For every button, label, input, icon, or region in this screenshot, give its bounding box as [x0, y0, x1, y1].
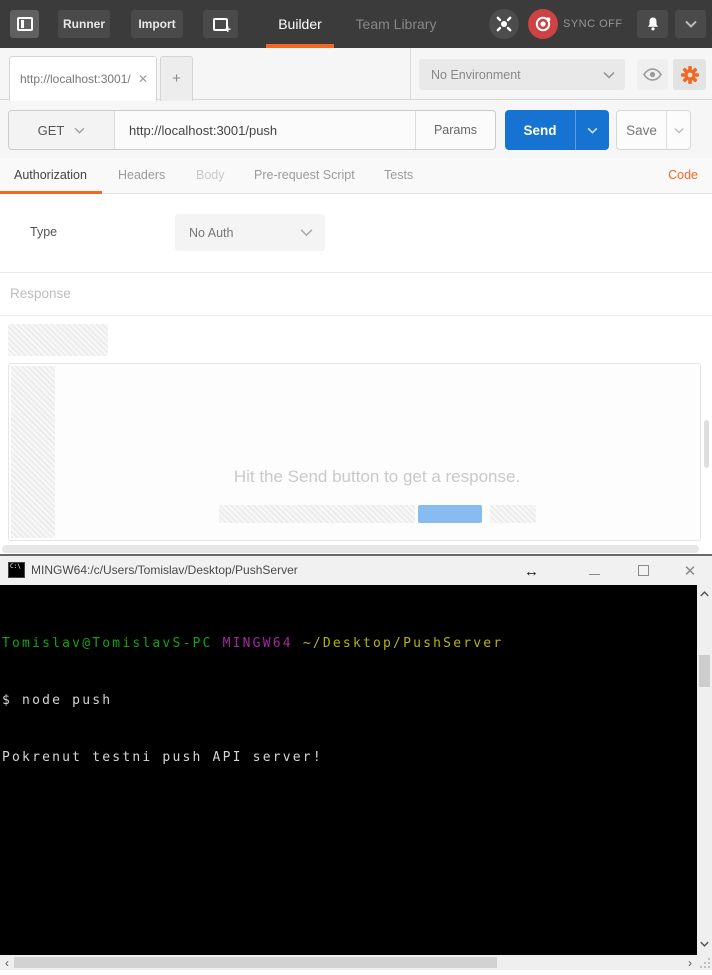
environment-value: No Environment — [431, 67, 521, 82]
response-status-skeleton — [8, 324, 108, 356]
send-options-button[interactable] — [576, 110, 609, 150]
skeleton-bar — [490, 505, 536, 523]
prompt-path: ~/Desktop/PushServer — [302, 636, 504, 651]
maximize-icon — [637, 565, 649, 576]
auth-type-select[interactable]: No Auth — [175, 214, 325, 251]
scroll-left-button[interactable]: ‹ — [0, 955, 14, 970]
sync-status-label: SYNC OFF — [563, 18, 623, 30]
environment-preview-button[interactable] — [637, 59, 668, 90]
url-group: GET http://localhost:3001/push Params — [8, 110, 496, 150]
response-section-title: Response — [10, 286, 71, 301]
resize-grip-icon — [700, 958, 710, 968]
chevron-down-icon — [74, 127, 85, 134]
request-config-tabs: Authorization Headers Body Pre-request S… — [0, 158, 712, 194]
minimize-button[interactable] — [581, 556, 607, 585]
sync-orbit-icon — [535, 16, 551, 32]
close-tab-icon[interactable]: ✕ — [134, 72, 148, 86]
tab-authorization[interactable]: Authorization — [14, 158, 87, 194]
tab-tests[interactable]: Tests — [384, 158, 413, 194]
tab-builder[interactable]: Builder — [260, 0, 340, 48]
sidebar-panes-icon — [16, 17, 33, 31]
save-button-group: Save — [616, 110, 691, 150]
scroll-right-button[interactable]: › — [683, 955, 697, 970]
prompt-user: Tomislav@TomislavS-PC — [2, 636, 223, 651]
skeleton-bar — [219, 505, 415, 523]
authorization-panel: Type No Auth — [0, 194, 712, 273]
response-gutter-skeleton — [11, 366, 55, 538]
horizontal-resize-cursor-icon: ↔ — [524, 563, 539, 580]
save-options-button[interactable] — [667, 111, 690, 149]
minimize-icon — [588, 574, 600, 575]
new-window-button[interactable]: + — [203, 10, 238, 38]
auth-type-value: No Auth — [189, 225, 234, 240]
terminal-output: Tomislav@TomislavS-PC MINGW64 ~/Desktop/… — [0, 585, 697, 955]
notifications-button[interactable] — [637, 10, 668, 38]
resize-grip[interactable] — [697, 955, 712, 970]
code-link[interactable]: Code — [668, 158, 698, 194]
interceptor-icon — [496, 16, 512, 32]
method-value: GET — [37, 122, 65, 138]
response-divider — [0, 315, 712, 316]
chevron-down-icon — [684, 20, 697, 28]
method-select[interactable]: GET — [9, 111, 115, 149]
chevron-down-icon — [587, 127, 598, 134]
url-input[interactable]: http://localhost:3001/push — [115, 111, 415, 149]
terminal-command-line: $ node push — [2, 693, 113, 708]
new-request-tab-button[interactable]: + — [160, 56, 193, 101]
eye-icon — [643, 68, 662, 81]
tab-headers[interactable]: Headers — [118, 158, 165, 194]
prompt-env: MINGW64 — [222, 636, 303, 651]
interceptor-button[interactable] — [489, 9, 519, 39]
send-button-group: Send — [505, 110, 609, 150]
chevron-up-icon — [700, 591, 709, 597]
chevron-down-icon — [603, 71, 615, 79]
terminal-scrollbar[interactable] — [697, 585, 712, 955]
save-button[interactable]: Save — [617, 111, 666, 149]
request-tabs-row: http://localhost:3001/ ✕ + No Environmen… — [0, 48, 712, 101]
tab-team-library[interactable]: Team Library — [348, 0, 444, 48]
terminal-window-title: MINGW64:/c/Users/Tomislav/Desktop/PushSe… — [31, 563, 298, 577]
env-section-divider — [410, 48, 411, 100]
app-toolbar: Runner Import + Builder Team Library SYN… — [0, 0, 712, 48]
sidebar-toggle-button[interactable] — [10, 10, 39, 38]
skeleton-bar-blue — [418, 505, 482, 523]
import-button[interactable]: Import — [131, 10, 183, 38]
new-window-icon: + — [213, 17, 231, 35]
settings-button[interactable] — [673, 59, 706, 90]
chevron-down-icon — [700, 941, 709, 947]
terminal-prompt-line: Tomislav@TomislavS-PC MINGW64 ~/Desktop/… — [2, 634, 697, 653]
terminal-titlebar[interactable]: C:\ MINGW64:/c/Users/Tomislav/Desktop/Pu… — [0, 554, 712, 585]
scroll-up-button[interactable] — [697, 587, 712, 601]
tab-pre-request-script[interactable]: Pre-request Script — [254, 158, 355, 194]
maximize-button[interactable] — [630, 556, 656, 585]
tab-body[interactable]: Body — [196, 158, 225, 194]
response-viewer: Hit the Send button to get a response. — [8, 363, 701, 541]
bell-icon — [647, 17, 658, 31]
response-empty-message: Hit the Send button to get a response. — [233, 467, 521, 486]
runner-button[interactable]: Runner — [58, 10, 110, 38]
terminal-output-line: Pokrenut testni push API server! — [2, 750, 323, 765]
request-builder-row: GET http://localhost:3001/push Params Se… — [0, 100, 712, 158]
account-menu-button[interactable] — [675, 10, 706, 38]
close-button[interactable]: ✕ — [677, 556, 703, 585]
horizontal-scrollbar[interactable]: ‹ › — [0, 955, 697, 970]
chevron-down-icon — [300, 229, 313, 237]
request-tab-label: http://localhost:3001/ — [20, 72, 131, 86]
pane-resize-handle[interactable] — [2, 545, 699, 553]
params-button[interactable]: Params — [415, 111, 495, 149]
panel-scrollbar-thumb[interactable] — [704, 420, 709, 468]
console-window-icon: C:\ — [8, 562, 25, 578]
horizontal-scrollbar-thumb[interactable] — [14, 957, 497, 968]
environment-select[interactable]: No Environment — [419, 59, 625, 90]
terminal-scrollbar-thumb[interactable] — [699, 655, 710, 687]
send-button[interactable]: Send — [505, 110, 575, 150]
sync-button[interactable] — [528, 9, 558, 39]
scroll-down-button[interactable] — [697, 937, 712, 951]
chevron-down-icon — [673, 127, 684, 134]
auth-type-label: Type — [30, 225, 58, 239]
gear-icon — [680, 65, 699, 84]
request-tab[interactable]: http://localhost:3001/ ✕ — [9, 56, 157, 101]
